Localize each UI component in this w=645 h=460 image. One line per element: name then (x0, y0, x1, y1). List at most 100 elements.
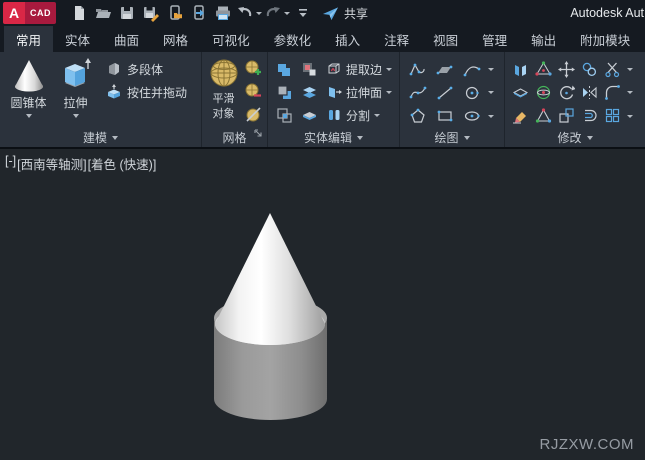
arc-icon (463, 61, 481, 79)
rotate-icon (558, 84, 575, 101)
imprint-button[interactable] (299, 59, 319, 79)
panel-draw: 绘图 (400, 52, 505, 147)
tab-manage[interactable]: 管理 (470, 26, 519, 52)
cone-cylinder-model[interactable] (0, 149, 645, 460)
union-button[interactable] (274, 59, 294, 79)
line-button[interactable] (431, 81, 458, 104)
quick-access-toolbar (68, 2, 314, 24)
panel-label-modify[interactable]: 修改 (505, 128, 645, 147)
save-to-mobile-button[interactable] (188, 2, 210, 24)
smooth-less-button[interactable] (244, 82, 264, 102)
presspull-button[interactable]: 按住并拖动 (103, 82, 190, 102)
visual-style-control[interactable]: [着色 (快速)] (88, 154, 157, 173)
subtract-button[interactable] (274, 82, 294, 102)
spline-icon (409, 84, 427, 102)
3d-mirror-button[interactable] (509, 58, 532, 81)
open-folder-icon (94, 4, 112, 22)
rectangle-button[interactable] (431, 104, 458, 127)
tab-addins[interactable]: 附加模块 (568, 26, 642, 52)
erase-button[interactable] (509, 104, 532, 127)
circle-button[interactable] (458, 81, 485, 104)
region-button[interactable] (431, 58, 458, 81)
smooth-more-button[interactable] (244, 59, 264, 79)
tab-solid[interactable]: 实体 (53, 26, 102, 52)
tab-annotate[interactable]: 注释 (372, 26, 421, 52)
tab-mesh[interactable]: 网格 (151, 26, 200, 52)
trim-dropdown-caret[interactable] (627, 68, 633, 71)
refine-mesh-button[interactable] (244, 105, 264, 125)
fillet-button[interactable] (601, 81, 624, 104)
imprint-icon (301, 61, 318, 78)
3d-align-button[interactable] (532, 104, 555, 127)
panel-label-modeling[interactable]: 建模 (0, 128, 201, 147)
polysolid-button[interactable]: 多段体 (103, 59, 190, 79)
open-button[interactable] (92, 2, 114, 24)
tab-home[interactable]: 常用 (4, 26, 53, 52)
intersect-button[interactable] (274, 105, 294, 125)
redo-dropdown-caret[interactable] (284, 12, 290, 15)
fillet-dropdown-caret[interactable] (627, 91, 633, 94)
undo-button[interactable] (236, 2, 262, 24)
copy-button[interactable] (578, 58, 601, 81)
array-button[interactable] (601, 104, 624, 127)
tab-insert[interactable]: 插入 (323, 26, 372, 52)
smooth-object-button[interactable]: 平滑 对象 (205, 55, 242, 128)
3d-rotate-gizmo-button[interactable] (532, 81, 555, 104)
ellipse-button[interactable] (458, 104, 485, 127)
extract-edges-button[interactable]: 提取边 (324, 58, 394, 80)
view-control[interactable]: [西南等轴测] (17, 154, 86, 173)
tab-surface[interactable]: 曲面 (102, 26, 151, 52)
rectangle-icon (436, 107, 454, 125)
drawing-viewport[interactable]: [-] [西南等轴测] [着色 (快速)] (0, 149, 645, 460)
intersect-icon (276, 107, 293, 124)
circle-icon (463, 84, 481, 102)
share-button[interactable]: 共享 (322, 5, 368, 22)
trim-button[interactable] (601, 58, 624, 81)
separate-button[interactable]: 分割 (324, 104, 394, 126)
extrude-faces-button[interactable]: 拉伸面 (324, 81, 394, 103)
panel-label-draw[interactable]: 绘图 (400, 128, 504, 147)
save-button[interactable] (116, 2, 138, 24)
offset-button[interactable] (578, 104, 601, 127)
mesh-dialog-launcher[interactable] (254, 125, 263, 143)
rotate-button[interactable] (555, 81, 578, 104)
tab-parametric[interactable]: 参数化 (262, 26, 324, 52)
slice-button[interactable] (509, 81, 532, 104)
polyline-button[interactable] (404, 58, 431, 81)
extract-edges-caret[interactable] (386, 68, 392, 71)
polygon-button[interactable] (404, 104, 431, 127)
move-button[interactable] (555, 58, 578, 81)
cone-button[interactable]: 圆锥体 (5, 55, 52, 128)
customize-quick-access-button[interactable] (292, 2, 314, 24)
redo-button[interactable] (264, 2, 290, 24)
tab-view[interactable]: 视图 (421, 26, 470, 52)
mirror-button[interactable] (578, 81, 601, 104)
open-from-mobile-button[interactable] (164, 2, 186, 24)
viewport-menu-control[interactable]: [-] (5, 154, 16, 173)
app-menu-button[interactable]: A CAD (3, 2, 56, 24)
thicken-button[interactable] (299, 105, 319, 125)
save-to-mobile-icon (190, 4, 208, 22)
scale-button[interactable] (555, 104, 578, 127)
plot-button[interactable] (212, 2, 234, 24)
extrude-dropdown-caret[interactable] (73, 114, 79, 118)
new-file-button[interactable] (68, 2, 90, 24)
undo-dropdown-caret[interactable] (256, 12, 262, 15)
cone-dropdown-caret[interactable] (26, 114, 32, 118)
extrude-faces-caret[interactable] (386, 91, 392, 94)
ellipse-dropdown-caret[interactable] (488, 115, 494, 118)
slice-solid-button[interactable] (299, 82, 319, 102)
save-as-button[interactable] (140, 2, 162, 24)
array-dropdown-caret[interactable] (627, 115, 633, 118)
spline-button[interactable] (404, 81, 431, 104)
tab-visualize[interactable]: 可视化 (200, 26, 262, 52)
extrude-button[interactable]: 拉伸 (52, 55, 99, 128)
save-as-icon (142, 4, 160, 22)
separate-caret[interactable] (374, 114, 380, 117)
arc-dropdown-caret[interactable] (488, 68, 494, 71)
3d-move-gizmo-button[interactable] (532, 58, 555, 81)
circle-dropdown-caret[interactable] (488, 91, 494, 94)
arc-button[interactable] (458, 58, 485, 81)
panel-label-solid-editing[interactable]: 实体编辑 (268, 128, 399, 147)
tab-output[interactable]: 输出 (519, 26, 568, 52)
